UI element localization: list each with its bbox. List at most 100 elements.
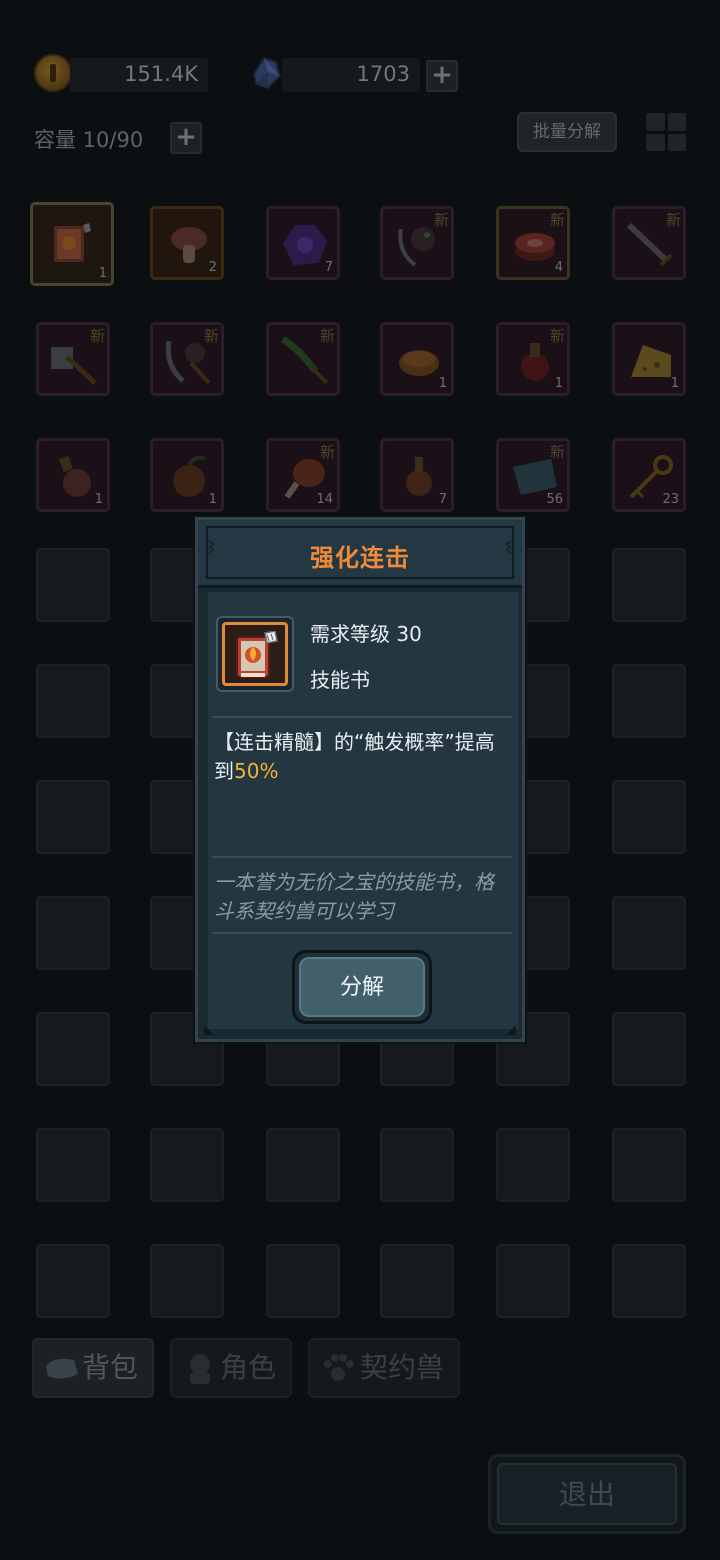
empty-inventory-slot [36,1012,110,1086]
dialog-title: 强化连击 [310,544,410,572]
empty-inventory-slot [612,1244,686,1318]
inventory-slot-skill-book[interactable]: 1 [30,202,114,286]
inventory-slot-bread[interactable]: 1 [380,322,454,396]
bread-icon [399,350,439,376]
item-count: 1 [438,376,447,391]
paw-icon [324,1354,354,1381]
grid-view-toggle[interactable] [646,113,686,151]
plus-icon: + [175,122,197,152]
gem-value: 1703 [356,62,410,86]
item-count: 7 [438,492,447,507]
inventory-slot-green-spear[interactable]: 新 [266,322,340,396]
inventory-slot-potion-bottle[interactable]: 1 [36,438,110,512]
item-count: 1 [94,492,103,507]
corner-ornament-icon [204,1025,214,1035]
inventory-slot-great-sword[interactable]: 新 [612,206,686,280]
effect-value: 50% [234,759,279,783]
new-badge: 新 [549,211,565,229]
add-gems-button[interactable]: + [426,60,458,92]
inventory-slot-orange-flask[interactable]: 7 [380,438,454,512]
grid-icon-cell [667,113,686,131]
new-badge: 新 [549,327,565,345]
inventory-slot-golden-key[interactable]: 23 [612,438,686,512]
inventory-slot-beast-scythe[interactable]: 新 [150,322,224,396]
grid-icon-cell [646,133,665,151]
inventory-slot-map-scroll[interactable]: 新 56 [496,438,570,512]
empty-inventory-slot [612,1128,686,1202]
divider [212,856,512,858]
exit-button[interactable]: 退出 [488,1454,686,1534]
item-count: 1 [670,376,679,391]
empty-inventory-slot [612,896,686,970]
item-icon-inner [222,622,288,686]
item-count: 14 [316,492,333,507]
inventory-slot-red-flask[interactable]: 新 1 [496,322,570,396]
capacity-label: 容量 10/90 [34,128,144,152]
new-badge: 新 [549,443,565,461]
empty-inventory-slot [36,548,110,622]
character-icon [190,1354,210,1384]
tab-label: 角色 [219,1351,276,1384]
crystal-icon [252,56,282,90]
grid-icon-cell [646,113,665,131]
inventory-slot-beast-bow[interactable]: 新 [380,206,454,280]
orange-flask-icon [406,457,432,496]
empty-inventory-slot [496,1244,570,1318]
item-type: 技能书 [310,668,370,692]
empty-inventory-slot [266,1244,340,1318]
potion-bottle-icon [58,455,91,497]
inventory-slot-mushroom[interactable]: 2 [150,206,224,280]
divider [212,932,512,934]
empty-inventory-slot [36,1244,110,1318]
expand-capacity-button[interactable]: + [170,122,202,154]
inventory-slot-purple-orb[interactable]: 7 [266,206,340,280]
item-count: 1 [208,492,217,507]
item-count: 7 [324,260,333,275]
empty-inventory-slot [36,896,110,970]
tab-contract-beast[interactable]: 契约兽 [308,1338,460,1398]
inventory-slot-war-hammer[interactable]: 新 [36,322,110,396]
empty-inventory-slot [496,1128,570,1202]
empty-inventory-slot [380,1244,454,1318]
plus-icon: + [431,60,453,90]
devil-fruit-icon [173,455,206,497]
tab-character[interactable]: 角色 [170,1338,292,1398]
cheese-icon [631,345,671,377]
decompose-label: 分解 [299,957,425,1017]
coin-icon [34,54,72,92]
exit-label: 退出 [497,1463,677,1525]
new-badge: 新 [319,443,335,461]
inventory-slot-devil-fruit[interactable]: 1 [150,438,224,512]
new-badge: 新 [665,211,681,229]
decompose-button[interactable]: 分解 [292,950,432,1024]
new-badge: 新 [89,327,105,345]
empty-inventory-slot [150,1128,224,1202]
item-effect: 【连击精髓】的“触发概率”提高到50% [214,728,510,786]
item-count: 2 [208,260,217,275]
item-flavor-text: 一本誉为无价之宝的技能书，格斗系契约兽可以学习 [214,870,494,923]
required-level: 需求等级 30 [310,622,422,646]
bag-icon [46,1358,78,1379]
item-icon-frame [216,616,294,692]
tab-label: 背包 [81,1351,138,1384]
empty-inventory-slot [612,1012,686,1086]
new-badge: 新 [203,327,219,345]
item-count: 56 [546,492,563,507]
corner-ornament-icon [506,1025,516,1035]
inventory-slot-cheese[interactable]: 1 [612,322,686,396]
empty-inventory-slot [36,664,110,738]
batch-decompose-button[interactable]: 批量分解 [517,112,617,152]
tab-label: 契约兽 [359,1351,444,1384]
skill-book-icon [236,631,278,678]
empty-inventory-slot [380,1128,454,1202]
item-count: 1 [98,266,107,281]
inventory-slot-meat[interactable]: 新 4 [496,206,570,280]
empty-inventory-slot [36,780,110,854]
item-count: 1 [554,376,563,391]
inventory-slot-ham[interactable]: 新 14 [266,438,340,512]
dialog-header: 强化连击 [198,520,522,588]
tab-backpack[interactable]: 背包 [32,1338,154,1398]
new-badge: 新 [433,211,449,229]
item-count: 4 [554,260,563,275]
grid-icon-cell [667,133,686,151]
